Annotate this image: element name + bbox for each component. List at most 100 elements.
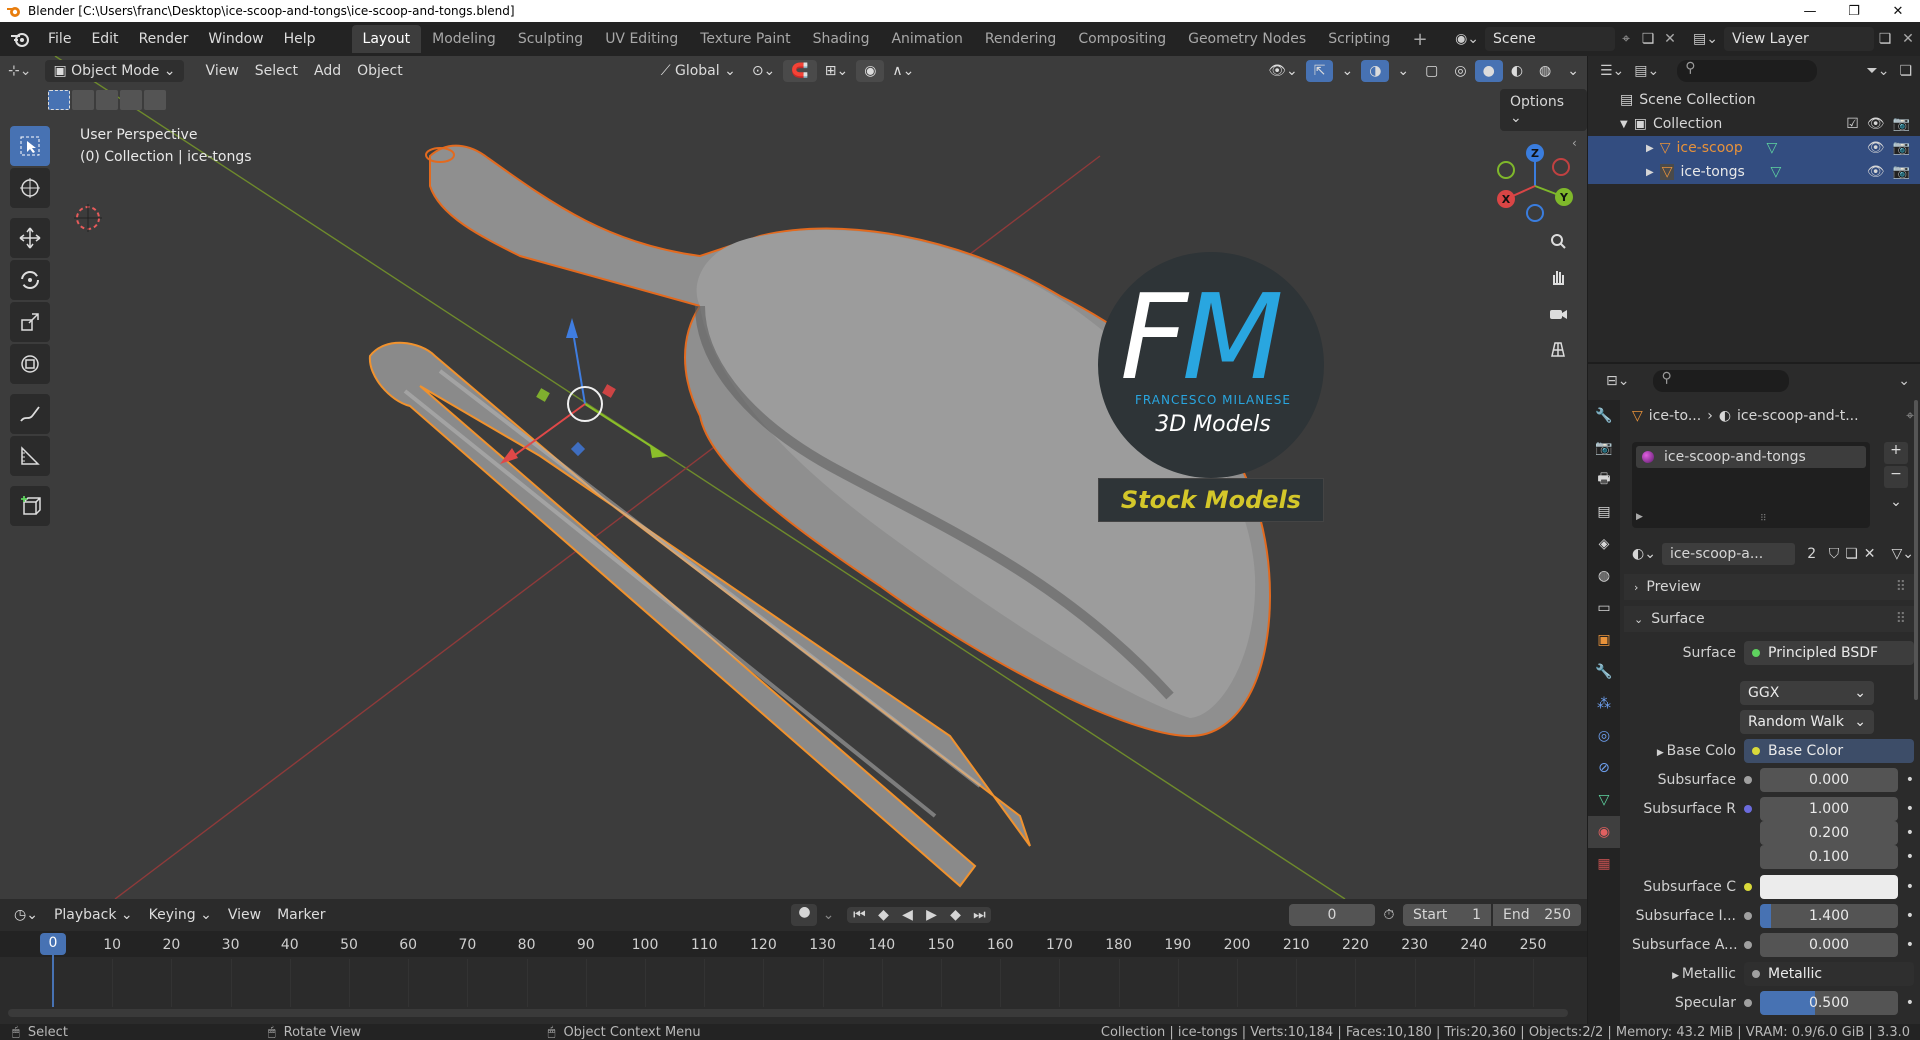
subsurface-method-dropdown[interactable]: Random Walk ⌄ bbox=[1740, 710, 1874, 734]
panel-preview[interactable]: › Preview ⠿ bbox=[1624, 574, 1914, 600]
collection-render-icon[interactable]: 📷 bbox=[1893, 116, 1910, 132]
move-tool-icon[interactable] bbox=[10, 218, 50, 258]
world-tab-icon[interactable]: ◍ bbox=[1588, 560, 1620, 592]
menu-edit[interactable]: Edit bbox=[81, 31, 128, 47]
shading-solid-icon[interactable]: ● bbox=[1474, 60, 1503, 82]
scene-tab-icon[interactable]: ◈ bbox=[1588, 528, 1620, 560]
workspace-tab-animation[interactable]: Animation bbox=[880, 25, 973, 53]
timeline-scrollbar[interactable] bbox=[8, 1009, 1568, 1017]
surface-shader-field[interactable]: Principled BSDF bbox=[1744, 641, 1914, 665]
workspace-tab-scripting[interactable]: Scripting bbox=[1317, 25, 1401, 53]
workspace-tab-modeling[interactable]: Modeling bbox=[421, 25, 507, 53]
keyframe-dot-icon[interactable]: • bbox=[1898, 849, 1914, 865]
output-tab-icon[interactable]: 🖶 bbox=[1588, 464, 1620, 496]
visibility-icon[interactable]: 👁⌄ bbox=[1260, 60, 1306, 82]
unlink-material-icon[interactable]: ✕ bbox=[1864, 546, 1876, 562]
workspace-tab-sculpting[interactable]: Sculpting bbox=[507, 25, 594, 53]
cursor-tool-icon[interactable] bbox=[10, 168, 50, 208]
zoom-icon[interactable] bbox=[1543, 226, 1573, 256]
transform-orientation-dropdown[interactable]: ⟋ Global ⌄ bbox=[653, 60, 744, 82]
mesh-data-icon[interactable]: ▽ bbox=[1766, 140, 1866, 156]
workspace-tab-uv-editing[interactable]: UV Editing bbox=[594, 25, 689, 53]
specular-field[interactable]: 0.500 bbox=[1760, 991, 1898, 1015]
constraints-tab-icon[interactable]: ⊘ bbox=[1588, 752, 1620, 784]
scene-browse-icon[interactable]: ◉⌄ bbox=[1455, 31, 1479, 47]
select-box-tool-icon[interactable] bbox=[10, 126, 50, 166]
viewport-menu-object[interactable]: Object bbox=[349, 60, 411, 82]
fake-user-icon[interactable]: ⛉ bbox=[1829, 546, 1840, 562]
subsurface-aniso-field[interactable]: 0.000 bbox=[1760, 933, 1898, 957]
shading-material-icon[interactable]: ◐ bbox=[1503, 60, 1531, 82]
physics-tab-icon[interactable]: ◎ bbox=[1588, 720, 1620, 752]
keyframe-dot-icon[interactable]: • bbox=[1898, 879, 1914, 895]
viewport-menu-select[interactable]: Select bbox=[247, 60, 306, 82]
menu-help[interactable]: Help bbox=[274, 31, 326, 47]
collection-tab-icon[interactable]: ▭ bbox=[1588, 592, 1620, 624]
shading-dropdown-icon[interactable]: ⌄ bbox=[1559, 60, 1587, 82]
shading-rendered-icon[interactable]: ◍ bbox=[1531, 60, 1559, 82]
toggle-perspective-icon[interactable] bbox=[1543, 334, 1573, 364]
collection-visibility-icon[interactable]: 👁 bbox=[1867, 116, 1885, 132]
expand-ice-tongs-icon[interactable]: ▶ bbox=[1646, 167, 1654, 178]
ice-scoop-render-icon[interactable]: 📷 bbox=[1893, 140, 1910, 156]
pan-hand-icon[interactable] bbox=[1543, 262, 1573, 292]
navigation-gizmo[interactable]: Z Y X bbox=[1490, 141, 1580, 231]
slot-specials-icon[interactable]: ⌄ bbox=[1884, 494, 1908, 516]
keyframe-dot-icon[interactable]: • bbox=[1898, 995, 1914, 1011]
viewport-scene[interactable] bbox=[0, 56, 1587, 899]
view-layer-tab-icon[interactable]: ▤ bbox=[1588, 496, 1620, 528]
material-browse-icon[interactable]: ◐⌄ bbox=[1632, 546, 1656, 562]
texture-tab-icon[interactable]: ▦ bbox=[1588, 848, 1620, 880]
add-cube-tool-icon[interactable] bbox=[10, 486, 50, 526]
delete-view-layer-icon[interactable]: ✕ bbox=[1896, 31, 1920, 47]
remove-slot-button[interactable]: − bbox=[1884, 466, 1908, 488]
filter-icon[interactable]: ⏷⌄ bbox=[1867, 63, 1890, 79]
properties-options-icon[interactable]: ⌄ bbox=[1898, 373, 1910, 389]
display-mode-icon[interactable]: ▤⌄ bbox=[1634, 63, 1659, 79]
drag-handle-icon[interactable]: ⠿ bbox=[1896, 611, 1906, 627]
select-new-icon[interactable] bbox=[48, 90, 70, 110]
sidebar-toggle-icon[interactable]: ‹ bbox=[1572, 136, 1577, 150]
material-slot-list[interactable]: ice-scoop-and-tongs ▶ ⠿ bbox=[1632, 442, 1870, 528]
pin-icon[interactable]: ⌖ bbox=[1906, 408, 1914, 424]
outliner-editor-icon[interactable]: ☰⌄ bbox=[1600, 63, 1624, 79]
subsurface-field[interactable]: 0.000 bbox=[1760, 768, 1898, 792]
modifier-tab-icon[interactable]: 🔧 bbox=[1588, 656, 1620, 688]
expand-collection-icon[interactable]: ▼ bbox=[1620, 119, 1628, 130]
rotate-tool-icon[interactable] bbox=[10, 260, 50, 300]
new-view-layer-icon[interactable]: ❏ bbox=[1874, 31, 1896, 47]
snap-target-icon[interactable]: ⊞⌄ bbox=[817, 60, 856, 82]
ice-tongs-render-icon[interactable]: 📷 bbox=[1893, 164, 1910, 180]
menu-render[interactable]: Render bbox=[129, 31, 199, 47]
particles-tab-icon[interactable]: ⁂ bbox=[1588, 688, 1620, 720]
workspace-tab-rendering[interactable]: Rendering bbox=[974, 25, 1068, 53]
falloff-icon[interactable]: ∧⌄ bbox=[884, 60, 922, 82]
distribution-dropdown[interactable]: GGX ⌄ bbox=[1740, 681, 1874, 705]
viewport-menu-view[interactable]: View bbox=[198, 60, 247, 82]
data-tab-icon[interactable]: ▽ bbox=[1588, 784, 1620, 816]
new-collection-icon[interactable]: ❏ bbox=[1899, 63, 1912, 79]
material-link-icon[interactable]: ▽⌄ bbox=[1892, 546, 1915, 562]
measure-tool-icon[interactable] bbox=[10, 436, 50, 476]
metallic-field[interactable]: Metallic bbox=[1744, 962, 1914, 986]
gizmo-toggle-icon[interactable]: ⇱ bbox=[1305, 60, 1334, 82]
outliner-search-input[interactable]: ⚲ bbox=[1677, 60, 1818, 82]
annotate-tool-icon[interactable] bbox=[10, 394, 50, 434]
transform-tool-icon[interactable] bbox=[10, 344, 50, 384]
add-slot-button[interactable]: + bbox=[1884, 442, 1908, 464]
workspace-tab-texture-paint[interactable]: Texture Paint bbox=[689, 25, 801, 53]
options-dropdown[interactable]: Options ⌄ bbox=[1500, 89, 1587, 131]
pin-icon[interactable]: ⌖ bbox=[1615, 31, 1637, 47]
ice-scoop-visibility-icon[interactable]: 👁 bbox=[1867, 140, 1885, 156]
mesh-data-icon[interactable]: ▽ bbox=[1770, 164, 1866, 180]
proportional-edit-icon[interactable]: ◉ bbox=[856, 60, 885, 82]
viewport-3d[interactable]: ⊹⌄ ▣ Object Mode ⌄ View Select Add Objec… bbox=[0, 56, 1587, 899]
workspace-tab-compositing[interactable]: Compositing bbox=[1067, 25, 1177, 53]
maximize-button[interactable]: ❐ bbox=[1832, 4, 1876, 19]
overlays-toggle-icon[interactable]: ◑ bbox=[1361, 60, 1390, 82]
editor-type-icon[interactable]: ⊹⌄ bbox=[0, 60, 39, 82]
expand-ice-scoop-icon[interactable]: ▶ bbox=[1646, 143, 1654, 154]
pivot-point-icon[interactable]: ⊙⌄ bbox=[744, 60, 783, 82]
properties-search-input[interactable]: ⚲ bbox=[1653, 370, 1790, 392]
subsurface-radius-x[interactable]: 1.000 bbox=[1760, 797, 1898, 821]
